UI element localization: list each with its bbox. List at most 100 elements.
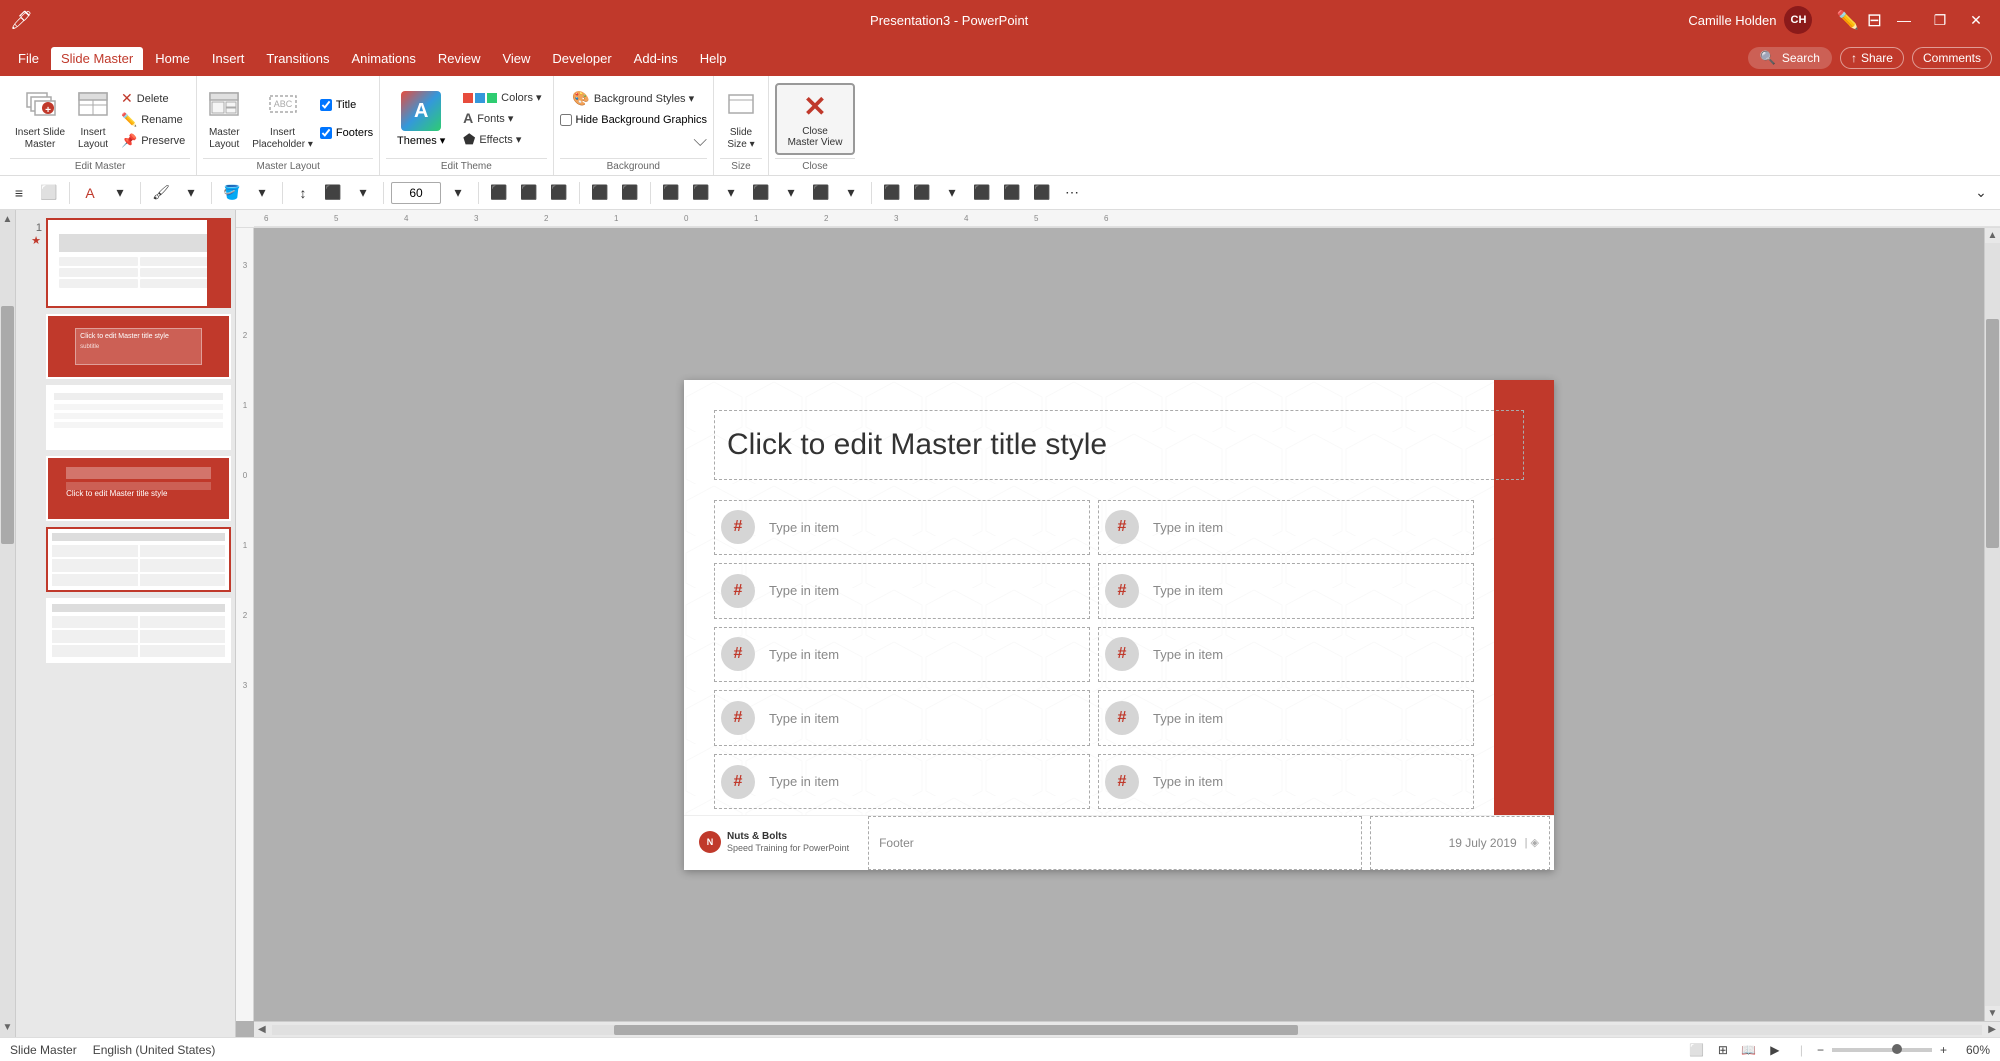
slide-thumbnail-2[interactable]: Click to edit Master title style subtitl… <box>46 314 231 379</box>
position-button[interactable]: ⬛ <box>1029 180 1055 206</box>
vertical-scroll-track[interactable] <box>1985 243 2000 1006</box>
align-center-button[interactable]: ⬛ <box>516 180 542 206</box>
menu-slide-master[interactable]: Slide Master <box>51 47 143 70</box>
slide-sorter-button[interactable]: ⊞ <box>1712 1039 1734 1061</box>
grid-item-3[interactable]: # Type in item <box>714 563 1090 619</box>
close-master-view-button[interactable]: ✕ CloseMaster View <box>775 83 855 155</box>
zoom-slider[interactable] <box>1832 1048 1932 1052</box>
h-scroll-track[interactable] <box>272 1025 1983 1035</box>
themes-button[interactable]: A Themes ▾ <box>386 83 456 155</box>
slide-show-button[interactable]: ▶ <box>1764 1039 1786 1061</box>
comments-button[interactable]: Comments <box>1912 47 1992 69</box>
insert-layout-button[interactable]: InsertLayout <box>72 84 114 154</box>
highlight-button[interactable]: 🖌 <box>148 180 174 206</box>
zoom-level[interactable]: 60% <box>1955 1043 1990 1057</box>
menu-animations[interactable]: Animations <box>342 47 426 70</box>
scroll-thumb[interactable] <box>1 306 14 544</box>
view-icon[interactable]: ⊟ <box>1867 10 1882 31</box>
grid-item-2[interactable]: # Type in item <box>1098 500 1474 556</box>
effects-button[interactable]: ⬟ Effects ▾ <box>458 129 546 150</box>
rename-button[interactable]: ✏️ Rename <box>116 110 190 130</box>
font-color-arrow[interactable]: ▾ <box>107 180 133 206</box>
menu-insert[interactable]: Insert <box>202 47 255 70</box>
background-expand-icon[interactable]: ⌵ <box>693 130 707 151</box>
layout-arrow[interactable]: ▾ <box>350 180 376 206</box>
fonts-button[interactable]: A Fonts ▾ <box>458 108 546 128</box>
grid-item-8[interactable]: # Type in item <box>1098 690 1474 746</box>
font-size-input[interactable] <box>391 182 441 204</box>
grid-item-9[interactable]: # Type in item <box>714 754 1090 810</box>
align-right-button[interactable]: ⬛ <box>546 180 572 206</box>
group-button[interactable]: ⬛ <box>909 180 935 206</box>
grid-item-5[interactable]: # Type in item <box>714 627 1090 683</box>
slide-thumbnail-4[interactable]: Click to edit Master title style <box>46 456 231 521</box>
hide-background-checkbox[interactable] <box>560 114 572 126</box>
indent-less-button[interactable]: ⬛ <box>587 180 613 206</box>
footers-checkbox[interactable] <box>320 127 332 139</box>
indent-more-button[interactable]: ⬛ <box>617 180 643 206</box>
text-box-button[interactable]: ⬛ <box>658 180 684 206</box>
highlight-arrow[interactable]: ▾ <box>178 180 204 206</box>
footer-date-area[interactable]: 19 July 2019 | ◈ <box>1370 816 1550 870</box>
text-align-center-button[interactable]: ⬜ <box>36 180 62 206</box>
vertical-scrollbar[interactable]: ▲ ▼ <box>1984 228 2000 1021</box>
colors-button[interactable]: Colors ▾ <box>458 88 546 107</box>
h-scroll-thumb[interactable] <box>614 1025 1298 1035</box>
menu-transitions[interactable]: Transitions <box>256 47 339 70</box>
slide-thumbnail-5[interactable] <box>46 527 231 592</box>
grid-item-7[interactable]: # Type in item <box>714 690 1090 746</box>
scroll-track[interactable] <box>0 227 15 1020</box>
menu-view[interactable]: View <box>492 47 540 70</box>
menu-home[interactable]: Home <box>145 47 200 70</box>
grid-item-10[interactable]: # Type in item <box>1098 754 1474 810</box>
close-button[interactable]: ✕ <box>1962 6 1990 34</box>
footer-text-area[interactable]: Footer <box>868 816 1362 870</box>
slide-thumbnail-3[interactable] <box>46 385 231 450</box>
slide-title-area[interactable]: Click to edit Master title style <box>714 410 1524 480</box>
grid-item-1[interactable]: # Type in item <box>714 500 1090 556</box>
scroll-down-button[interactable]: ▼ <box>1986 1006 2000 1021</box>
collapse-ribbon-button[interactable]: ⌄ <box>1968 180 1994 206</box>
font-color-button[interactable]: A <box>77 180 103 206</box>
title-checkbox-item[interactable]: Title <box>320 99 373 111</box>
picture-button[interactable]: ⬛ <box>999 180 1025 206</box>
search-box[interactable]: 🔍 Search <box>1748 47 1832 69</box>
group-arrow[interactable]: ▾ <box>939 180 965 206</box>
scroll-down-arrow[interactable]: ▼ <box>1 1020 15 1035</box>
zoom-thumb[interactable] <box>1892 1044 1902 1054</box>
left-scroll[interactable]: ▲ ▼ <box>0 210 16 1037</box>
slide-thumbnail-1[interactable] <box>46 218 231 308</box>
shapes-arrow[interactable]: ▾ <box>718 180 744 206</box>
shape-fill-button[interactable]: ⬛ <box>748 180 774 206</box>
shape-effects-button[interactable]: ⬛ <box>808 180 834 206</box>
shape-fill-arrow[interactable]: ▾ <box>778 180 804 206</box>
menu-addins[interactable]: Add-ins <box>624 47 688 70</box>
footers-checkbox-item[interactable]: Footers <box>320 127 373 139</box>
normal-view-button[interactable]: ⬜ <box>1686 1039 1708 1061</box>
text-align-left-button[interactable]: ≡ <box>6 180 32 206</box>
scroll-left-button[interactable]: ◀ <box>254 1024 270 1035</box>
hide-background-item[interactable]: Hide Background Graphics <box>560 114 707 126</box>
rotate-button[interactable]: ⬛ <box>969 180 995 206</box>
align-left-button[interactable]: ⬛ <box>486 180 512 206</box>
horizontal-scrollbar[interactable]: ◀ ▶ <box>254 1021 2000 1037</box>
grid-item-6[interactable]: # Type in item <box>1098 627 1474 683</box>
scroll-up-button[interactable]: ▲ <box>1986 228 2000 243</box>
delete-button[interactable]: ✕ Delete <box>116 88 190 109</box>
slide-content-area[interactable]: Click to edit Master title style # Type … <box>254 228 1984 1021</box>
pen-icon[interactable]: ✏️ <box>1836 10 1858 31</box>
vertical-scroll-thumb[interactable] <box>1986 319 1999 548</box>
menu-review[interactable]: Review <box>428 47 491 70</box>
shapes-button[interactable]: ⬛ <box>688 180 714 206</box>
scroll-right-button[interactable]: ▶ <box>1984 1024 2000 1035</box>
shape-effects-arrow[interactable]: ▾ <box>838 180 864 206</box>
title-checkbox[interactable] <box>320 99 332 111</box>
sort-button[interactable]: ↕ <box>290 180 316 206</box>
zoom-minus-button[interactable]: − <box>1817 1043 1824 1057</box>
layout-button[interactable]: ⬛ <box>320 180 346 206</box>
more-button[interactable]: ⋯ <box>1059 180 1085 206</box>
menu-file[interactable]: File <box>8 47 49 70</box>
grid-item-4[interactable]: # Type in item <box>1098 563 1474 619</box>
insert-placeholder-button[interactable]: ABC InsertPlaceholder ▾ <box>247 84 318 154</box>
menu-developer[interactable]: Developer <box>542 47 621 70</box>
